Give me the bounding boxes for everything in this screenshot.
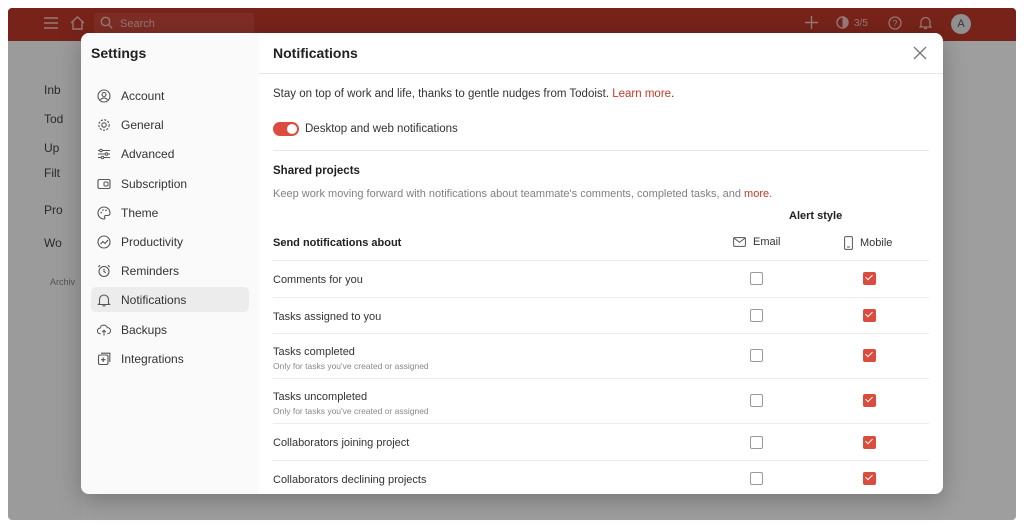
email-checkbox[interactable] — [750, 394, 763, 407]
divider — [273, 150, 929, 151]
row-label: Collaborators joining project — [273, 437, 410, 449]
mobile-checkbox[interactable] — [863, 309, 876, 322]
mobile-checkbox[interactable] — [863, 349, 876, 362]
email-checkbox[interactable] — [750, 436, 763, 449]
mobile-column-header: Mobile — [844, 236, 892, 250]
bell-icon — [97, 293, 111, 307]
more-link[interactable]: more. — [744, 188, 772, 200]
intro-text: Stay on top of work and life, thanks to … — [273, 88, 675, 100]
mobile-checkbox[interactable] — [863, 472, 876, 485]
desktop-notifications-toggle[interactable] — [273, 122, 299, 136]
settings-modal: Settings Account General Advanced Subscr… — [81, 33, 943, 494]
row-label: Collaborators declining projects — [273, 474, 427, 486]
table-row: Comments for you — [273, 260, 929, 297]
desktop-notifications-row: Desktop and web notifications — [273, 122, 458, 136]
account-icon — [97, 88, 111, 103]
email-checkbox[interactable] — [750, 472, 763, 485]
settings-nav-label: Account — [121, 88, 165, 103]
productivity-icon — [97, 234, 111, 249]
desktop-notifications-label: Desktop and web notifications — [305, 123, 458, 135]
subscription-icon — [97, 177, 111, 191]
mobile-checkbox[interactable] — [863, 394, 876, 407]
table-row: Collaborators declining projects — [273, 460, 929, 494]
notifications-panel: Notifications Stay on top of work and li… — [259, 33, 943, 494]
settings-nav-label: General — [121, 117, 164, 132]
settings-nav-advanced[interactable]: Advanced — [91, 141, 249, 166]
row-sublabel: Only for tasks you've created or assigne… — [273, 361, 429, 371]
settings-title: Settings — [91, 45, 147, 61]
panel-title: Notifications — [273, 45, 358, 61]
palette-icon — [97, 205, 111, 220]
settings-nav-label: Integrations — [121, 351, 184, 366]
email-checkbox[interactable] — [750, 272, 763, 285]
panel-header: Notifications — [259, 33, 943, 74]
intro-copy: Stay on top of work and life, thanks to … — [273, 88, 610, 100]
mobile-label: Mobile — [860, 237, 893, 249]
shared-desc-copy: Keep work moving forward with notificati… — [273, 188, 741, 200]
shared-projects-title: Shared projects — [273, 165, 360, 177]
settings-nav-backups[interactable]: Backups — [91, 317, 249, 342]
integrations-icon — [97, 352, 111, 366]
settings-nav-integrations[interactable]: Integrations — [91, 346, 249, 371]
settings-nav-reminders[interactable]: Reminders — [91, 258, 249, 283]
settings-nav-label: Advanced — [121, 146, 175, 161]
mobile-checkbox[interactable] — [863, 272, 876, 285]
settings-nav-productivity[interactable]: Productivity — [91, 229, 249, 254]
row-label: Comments for you — [273, 274, 363, 286]
settings-nav-label: Notifications — [121, 292, 187, 307]
settings-nav-label: Theme — [121, 205, 159, 220]
row-label: Tasks completed — [273, 346, 355, 358]
learn-more-link[interactable]: Learn more — [612, 88, 671, 100]
mail-icon — [733, 237, 746, 247]
settings-nav-notifications[interactable]: Notifications — [91, 287, 249, 312]
table-row: Tasks completed Only for tasks you've cr… — [273, 333, 929, 379]
table-row: Tasks uncompleted Only for tasks you've … — [273, 378, 929, 424]
settings-nav-theme[interactable]: Theme — [91, 200, 249, 225]
settings-nav-label: Reminders — [121, 263, 180, 278]
settings-sidebar: Settings Account General Advanced Subscr… — [81, 33, 259, 494]
send-about-heading: Send notifications about — [273, 237, 402, 249]
email-checkbox[interactable] — [750, 309, 763, 322]
row-label: Tasks assigned to you — [273, 311, 382, 323]
phone-icon — [844, 236, 853, 250]
shared-projects-description: Keep work moving forward with notificati… — [273, 188, 772, 200]
table-row: Tasks assigned to you — [273, 297, 929, 334]
settings-nav-general[interactable]: General — [91, 112, 249, 137]
close-icon[interactable] — [911, 44, 929, 62]
cloud-upload-icon — [97, 323, 111, 337]
row-sublabel: Only for tasks you've created or assigne… — [273, 406, 429, 416]
mobile-checkbox[interactable] — [863, 436, 876, 449]
gear-icon — [97, 118, 111, 132]
row-label: Tasks uncompleted — [273, 391, 368, 403]
email-column-header: Email — [733, 236, 781, 248]
settings-nav-label: Productivity — [121, 234, 184, 249]
settings-nav-subscription[interactable]: Subscription — [91, 171, 249, 196]
settings-nav-label: Backups — [121, 322, 168, 337]
email-checkbox[interactable] — [750, 349, 763, 362]
settings-nav-label: Subscription — [121, 176, 188, 191]
alert-style-heading: Alert style — [789, 210, 843, 222]
table-row: Collaborators joining project — [273, 423, 929, 461]
alarm-icon — [97, 264, 111, 278]
settings-nav-account[interactable]: Account — [91, 83, 249, 108]
sliders-icon — [97, 147, 111, 161]
email-label: Email — [753, 236, 781, 248]
